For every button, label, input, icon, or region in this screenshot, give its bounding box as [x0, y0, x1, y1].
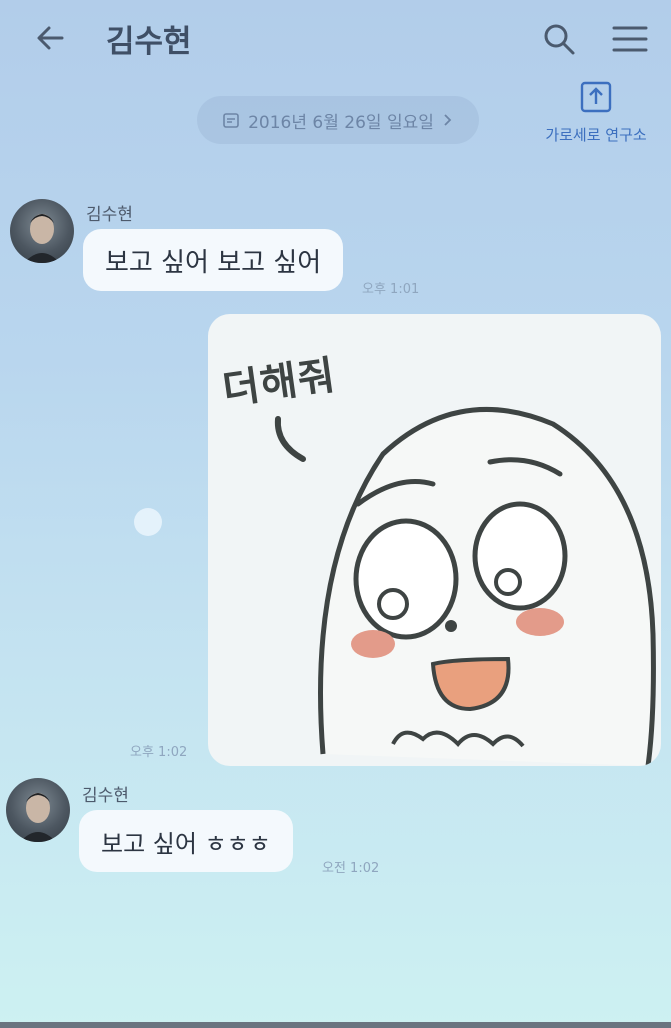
- date-label: 2016년 6월 26일 일요일: [248, 112, 434, 133]
- chevron-right-icon: [444, 114, 452, 126]
- bottom-edge: [0, 1022, 671, 1028]
- menu-button[interactable]: [610, 22, 650, 56]
- message-time: 오전 1:02: [322, 861, 380, 876]
- search-button[interactable]: [540, 20, 578, 58]
- message-icon: [134, 508, 162, 536]
- back-button[interactable]: [30, 18, 74, 58]
- sender-name: 김수현: [82, 786, 129, 806]
- side-widget-label: 가로세로 연구소: [545, 126, 647, 144]
- date-divider[interactable]: 2016년 6월 26일 일요일: [197, 96, 479, 144]
- message-time: 오후 1:01: [362, 282, 420, 297]
- arrow-left-icon: [37, 26, 64, 50]
- avatar-image: [20, 793, 56, 842]
- side-widget[interactable]: 가로세로 연구소: [528, 80, 664, 160]
- avatar-image: [24, 214, 60, 263]
- sender-name: 김수현: [86, 205, 133, 225]
- menu-icon: [612, 26, 648, 52]
- message-time: 오후 1:02: [130, 745, 188, 760]
- message-bubble[interactable]: 보고 싶어 ㅎㅎㅎ: [79, 810, 293, 872]
- avatar[interactable]: [10, 199, 74, 263]
- top-bar: 김수현: [0, 0, 671, 80]
- search-icon: [544, 24, 575, 55]
- page-title: 김수현: [106, 24, 192, 60]
- message-bubble[interactable]: 보고 싶어 보고 싶어: [83, 229, 344, 291]
- calendar-icon: [223, 113, 239, 128]
- avatar[interactable]: [6, 778, 70, 842]
- upload-icon: [580, 81, 612, 113]
